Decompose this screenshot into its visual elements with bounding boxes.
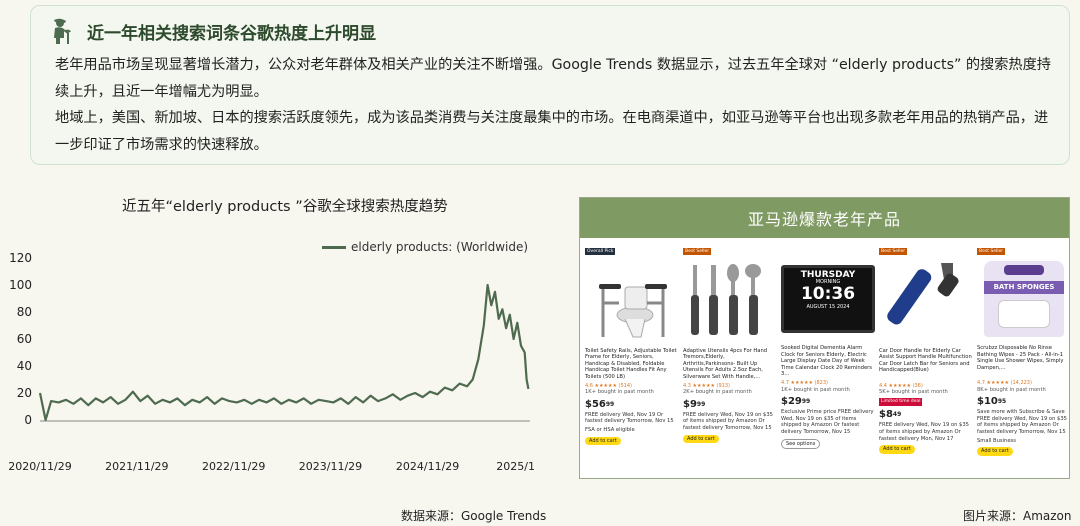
product-delivery: FREE delivery Wed, Nov 19 Or fastest del…	[585, 411, 674, 425]
x-tick-label: 2022/11/29	[202, 460, 265, 473]
x-tick-label: 2023/11/29	[299, 460, 362, 473]
product-card[interactable]: Overall Pick Toilet Safety Rails, Adjust…	[585, 248, 679, 456]
x-tick-label: 2020/11/29	[8, 460, 71, 473]
info-paragraph-2: 地域上，美国、新加坡、日本的搜索活跃度领先，成为该品类消费与关注度最集中的市场。…	[55, 110, 1049, 153]
y-tick-label: 60	[17, 332, 32, 346]
elderly-person-icon	[54, 18, 71, 44]
image-source: 图片来源：Amazon	[963, 509, 1072, 523]
info-header: 近一年相关搜索词条谷歌热度上升明显	[49, 18, 376, 44]
product-rating: 4.7 ★★★★★ (14,223)	[977, 380, 1032, 386]
info-text: 老年用品市场呈现显著增长潜力，公众对老年群体及相关产业的关注不断增强。Googl…	[55, 52, 1055, 158]
product-title[interactable]: Toilet Safety Rails, Adjustable Toilet F…	[585, 348, 679, 381]
limited-deal-badge: Limited time deal	[879, 397, 923, 407]
product-extra: FSA or HSA eligible	[585, 426, 635, 433]
product-badge: Overall Pick	[585, 248, 616, 255]
y-tick-label: 40	[17, 359, 32, 373]
product-list: Overall Pick Toilet Safety Rails, Adjust…	[580, 238, 1069, 456]
add-to-cart-button[interactable]: Add to cart	[977, 447, 1013, 456]
dementia-clock-image: THURSDAY MORNING 10:36 AUGUST 15 2024	[781, 257, 875, 341]
y-tick-label: 100	[9, 278, 32, 292]
amazon-panel-title: 亚马逊爆款老年产品	[580, 198, 1069, 238]
trend-chart: 0 20 40 60 80 100 120 2020/11/29 2021/11/29 2022/…	[8, 251, 535, 473]
product-title[interactable]: Car Door Handle for Elderly Car Assist S…	[879, 348, 973, 381]
product-card[interactable]: Best Seller Adaptive Utensils 4pcs For H…	[683, 248, 777, 456]
y-tick-label: 20	[17, 386, 32, 400]
product-price: $2999	[781, 396, 811, 408]
product-badge: Best Seller	[683, 248, 712, 255]
product-bought: 1K+ bought in past month	[585, 389, 654, 396]
car-door-handle-image	[879, 257, 973, 341]
product-bought: 2K+ bought in past month	[683, 389, 752, 396]
add-to-cart-button[interactable]: Add to cart	[879, 445, 915, 454]
product-bought: 5K+ bought in past month	[879, 389, 948, 396]
see-options-button[interactable]: See options	[781, 438, 821, 450]
x-tick-label: 2025/1	[496, 460, 535, 473]
product-badge: Best Seller	[879, 248, 908, 255]
info-box: 近一年相关搜索词条谷歌热度上升明显 老年用品市场呈现显著增长潜力，公众对老年群体…	[30, 5, 1070, 165]
clock-time: 10:36	[800, 284, 856, 305]
amazon-panel: 亚马逊爆款老年产品 Overall Pick Toilet Safety Rai…	[579, 197, 1070, 479]
product-card[interactable]: Best Seller Car Door Handle for Elderly …	[879, 248, 973, 456]
y-tick-label: 0	[24, 413, 32, 427]
product-title[interactable]: Scrubzz Disposable No Rinse Bathing Wipe…	[977, 345, 1071, 378]
product-delivery: FREE delivery Wed, Nov 19 on $35 of item…	[683, 411, 773, 431]
product-bought: 8K+ bought in past month	[977, 386, 1046, 393]
product-bought: 1K+ bought in past month	[781, 386, 850, 393]
pack-label: BATH SPONGES	[984, 281, 1064, 294]
product-delivery: FREE delivery Wed, Nov 19 on $35 of item…	[879, 422, 969, 442]
chart-source: 数据来源：Google Trends	[401, 509, 547, 523]
product-title[interactable]: Sooked Digital Dementia Alarm Clock for …	[781, 345, 875, 378]
y-tick-label: 120	[9, 251, 32, 265]
chart-title: 近五年“elderly products ”谷歌全球搜索热度趋势	[122, 199, 448, 215]
y-tick-label: 80	[17, 305, 32, 319]
product-price: $1095	[977, 396, 1007, 408]
product-card[interactable]: - THURSDAY MORNING 10:36 AUGUST 15 2024 …	[781, 248, 875, 456]
product-delivery: Save more with Subscribe & Save FREE del…	[977, 409, 1067, 435]
product-price: $849	[879, 409, 902, 421]
product-extra: Small Business	[977, 437, 1016, 444]
product-rating: 4.3 ★★★★★ (913)	[683, 382, 730, 389]
product-price: $5699	[585, 398, 615, 410]
product-rating: 4.7 ★★★★★ (823)	[781, 380, 828, 386]
add-to-cart-button[interactable]: Add to cart	[683, 434, 719, 444]
x-tick-label: 2021/11/29	[105, 460, 168, 473]
info-paragraph-1: 老年用品市场呈现显著增长潜力，公众对老年群体及相关产业的关注不断增强。Googl…	[55, 57, 1051, 100]
add-to-cart-button[interactable]: Add to cart	[585, 436, 621, 446]
product-card[interactable]: Best Seller BATH SPONGES Scrubzz Disposa…	[977, 248, 1071, 456]
product-delivery: Exclusive Prime price FREE delivery Wed,…	[781, 409, 874, 435]
adaptive-utensils-image	[683, 257, 777, 341]
info-title: 近一年相关搜索词条谷歌热度上升明显	[87, 23, 376, 44]
clock-date: AUGUST 15 2024	[806, 304, 850, 311]
bath-sponges-image: BATH SPONGES	[977, 257, 1071, 341]
x-tick-label: 2024/11/29	[396, 460, 459, 473]
product-title[interactable]: Adaptive Utensils 4pcs For Hand Tremors,…	[683, 348, 777, 381]
series-line	[38, 283, 530, 422]
product-rating: 4.4 ★★★★★ (36)	[879, 382, 923, 389]
toilet-rail-image	[585, 257, 679, 341]
product-price: $999	[683, 398, 706, 410]
product-badge: Best Seller	[977, 248, 1006, 255]
product-rating: 4.6 ★★★★★ (514)	[585, 382, 632, 389]
clock-day: THURSDAY	[800, 270, 856, 280]
